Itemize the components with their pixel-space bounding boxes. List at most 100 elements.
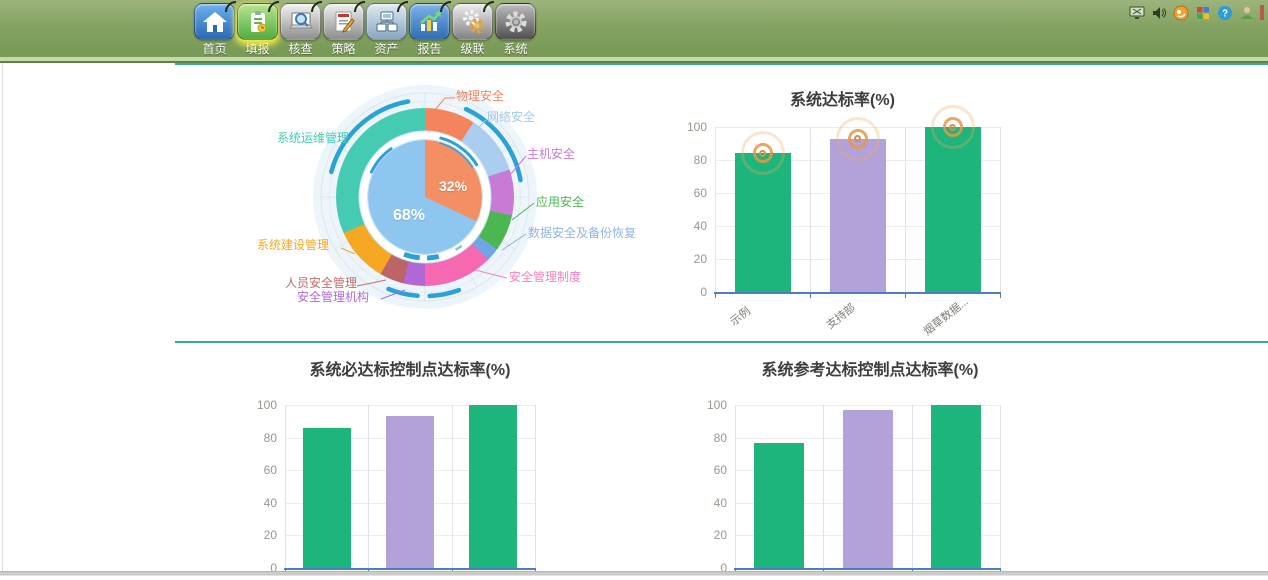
segment-label: 物理安全 [456, 90, 504, 103]
cascade-icon [452, 3, 493, 40]
segment-label: 网络安全 [487, 111, 535, 124]
toolbar-label: 策略 [331, 42, 355, 56]
bar[interactable] [303, 428, 351, 568]
fill-report-icon [237, 3, 278, 40]
y-tick-label: 100 [677, 120, 707, 134]
user-icon[interactable] [1238, 4, 1255, 21]
gridline [823, 405, 824, 568]
gridline [1000, 405, 1001, 568]
x-axis-line [714, 292, 1001, 294]
x-axis-line [734, 568, 1001, 570]
toolbar-item-home[interactable]: 首页 [193, 3, 236, 56]
y-tick-label: 40 [677, 219, 707, 233]
bar[interactable] [754, 443, 804, 569]
main-toolbar: 首页 填报 核查 策略 [193, 3, 537, 56]
gridline [905, 127, 906, 292]
assets-icon [366, 3, 407, 40]
axis-tick [905, 294, 906, 298]
policy-icon [323, 3, 364, 40]
display-icon[interactable] [1128, 4, 1145, 21]
gridline [368, 405, 369, 568]
volume-icon[interactable] [1150, 4, 1167, 21]
gridline [535, 405, 536, 568]
system-compliance-rate-chart: 系统达标率(%) 020406080100示例支持部烟草数据... [670, 80, 1015, 340]
plot-area [735, 405, 1000, 568]
toolbar-label: 系统 [503, 42, 527, 56]
y-tick-label: 20 [677, 252, 707, 266]
toolbar-item-verify[interactable]: 核查 [279, 3, 322, 56]
y-tick-label: 60 [677, 186, 707, 200]
toolbar-label: 核查 [288, 42, 312, 56]
toolbar-item-assets[interactable]: 资产 [365, 3, 408, 56]
x-axis-label: 支持部 [822, 300, 858, 333]
report-icon [409, 3, 450, 40]
security-category-donut-chart: 32% 68% 物理安全 网络安全 主机安全 应用安全 数据安全及备份恢复 安全… [250, 70, 600, 330]
toolbar-item-system[interactable]: 系统 [494, 3, 537, 56]
system-icon [495, 3, 536, 40]
segment-label: 系统建设管理 [257, 239, 329, 252]
axis-tick [1000, 294, 1001, 298]
bar[interactable] [735, 153, 791, 292]
app-header: 首页 填报 核查 策略 [0, 0, 1268, 63]
x-axis-label: 示例 [726, 303, 753, 329]
bar[interactable] [931, 405, 981, 568]
dashboard-content: 32% 68% 物理安全 网络安全 主机安全 应用安全 数据安全及备份恢复 安全… [0, 63, 1268, 580]
section-separator-top [175, 63, 1268, 65]
section-separator-middle [175, 341, 1268, 343]
inner-pie-value-label: 32% [439, 178, 467, 194]
chart-title: 系统必达标控制点达标率(%) [250, 356, 570, 380]
gridline [715, 127, 716, 292]
y-tick-label: 100 [247, 398, 277, 412]
bar[interactable] [386, 416, 434, 568]
tray-partial-icon[interactable] [1260, 5, 1264, 20]
x-axis-line [284, 568, 536, 570]
input-method-icon[interactable] [1172, 4, 1189, 21]
y-tick-label: 60 [247, 463, 277, 477]
dashboard-screen: 首页 填报 核查 策略 [0, 0, 1268, 580]
app-grid-icon[interactable] [1194, 4, 1211, 21]
segment-label: 主机安全 [527, 148, 575, 161]
mandatory-control-point-rate-chart: 系统必达标控制点达标率(%) 020406080100 [250, 350, 570, 580]
gridline [735, 405, 736, 568]
toolbar-item-report[interactable]: 报告 [408, 3, 451, 56]
gridline [1000, 127, 1001, 292]
toolbar-label: 资产 [374, 42, 398, 56]
toolbar-label: 级联 [460, 42, 484, 56]
bar[interactable] [469, 405, 517, 568]
toolbar-item-fill-report[interactable]: 填报 [236, 3, 279, 56]
bar[interactable] [925, 127, 981, 292]
segment-label: 安全管理制度 [509, 271, 581, 284]
bar[interactable] [830, 139, 886, 292]
y-tick-label: 60 [697, 463, 727, 477]
gridline [912, 405, 913, 568]
segment-label: 数据安全及备份恢复 [528, 227, 636, 240]
horizontal-scrollbar[interactable] [0, 571, 1268, 576]
segment-label: 人员安全管理 [285, 277, 357, 290]
y-tick-label: 20 [697, 528, 727, 542]
y-tick-label: 80 [697, 431, 727, 445]
gridline [285, 405, 286, 568]
y-tick-label: 40 [247, 496, 277, 510]
svg-text:?: ? [1221, 8, 1227, 19]
bar[interactable] [843, 410, 893, 568]
plot-area [715, 127, 1000, 292]
x-axis-label: 烟草数据... [919, 293, 971, 338]
help-icon[interactable]: ? [1216, 4, 1233, 21]
segment-label: 安全管理机构 [297, 291, 369, 304]
segment-label: 系统运维管理 [277, 132, 349, 145]
chart-title: 系统参考达标控制点达标率(%) [700, 356, 1040, 380]
axis-tick [810, 294, 811, 298]
toolbar-label: 首页 [202, 42, 226, 56]
content-left-border [2, 63, 3, 571]
toolbar-item-policy[interactable]: 策略 [322, 3, 365, 56]
segment-label: 应用安全 [536, 196, 584, 209]
y-tick-label: 80 [677, 153, 707, 167]
gridline [810, 127, 811, 292]
home-icon [194, 3, 235, 40]
toolbar-item-cascade[interactable]: 级联 [451, 3, 494, 56]
plot-area [285, 405, 535, 568]
toolbar-label: 报告 [417, 42, 441, 56]
verify-icon [280, 3, 321, 40]
reference-control-point-rate-chart: 系统参考达标控制点达标率(%) 020406080100 [700, 350, 1040, 580]
inner-pie-value-label: 68% [393, 207, 425, 225]
